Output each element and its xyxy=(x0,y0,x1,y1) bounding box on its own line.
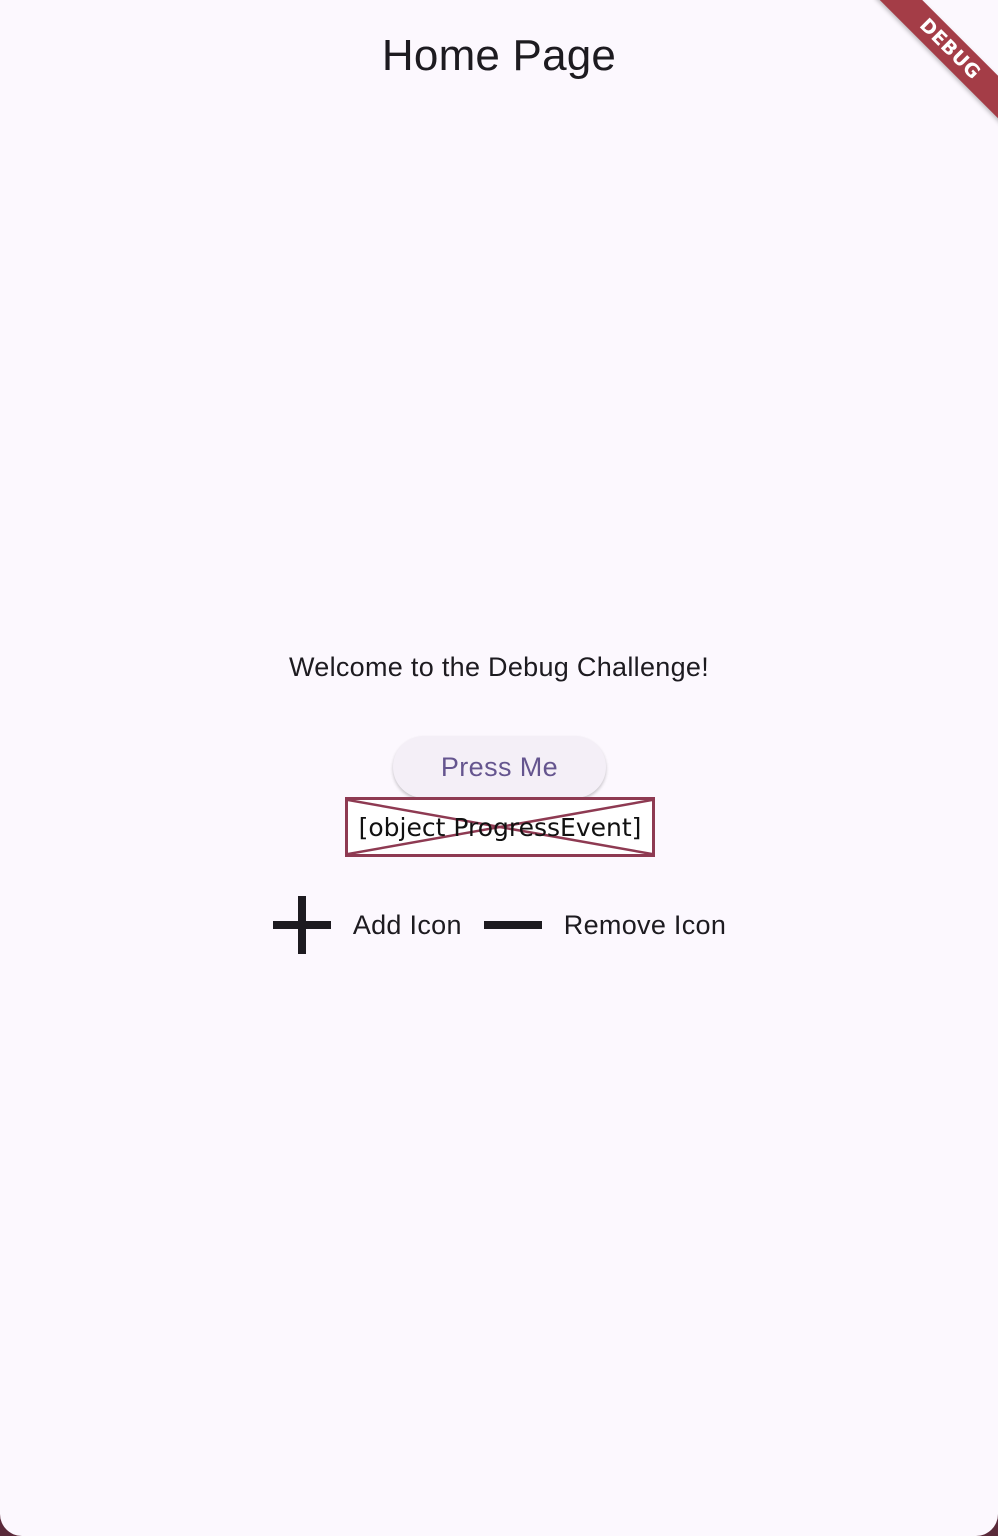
icon-row: Add Icon Remove Icon xyxy=(0,894,998,956)
add-icon xyxy=(272,895,332,955)
app-screen: Home Page DEBUG Welcome to the Debug Cha… xyxy=(0,0,998,1536)
broken-image-error-text: [object ProgressEvent] xyxy=(358,812,642,842)
page-title: Home Page xyxy=(381,31,617,80)
remove-icon xyxy=(483,895,543,955)
app-bar: Home Page xyxy=(0,0,998,112)
add-icon-label: Add Icon xyxy=(352,909,462,940)
welcome-text: Welcome to the Debug Challenge! xyxy=(288,652,710,682)
press-me-button[interactable]: Press Me xyxy=(393,736,606,798)
broken-image-placeholder: [object ProgressEvent] xyxy=(345,797,655,857)
remove-icon-label: Remove Icon xyxy=(563,909,727,940)
